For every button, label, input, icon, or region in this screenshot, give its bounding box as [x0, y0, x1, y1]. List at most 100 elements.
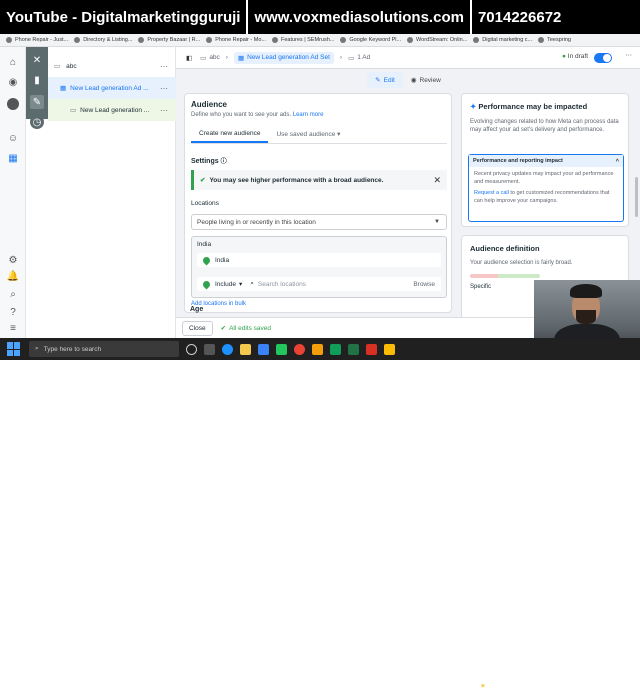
- mode-tabs: ✎ Edit ◉ Review: [176, 69, 640, 91]
- country-header: India: [197, 241, 212, 248]
- tree-adset[interactable]: ▦ New Lead generation Ad ... ⋯: [48, 77, 176, 99]
- tab-create-audience[interactable]: Create new audience: [191, 126, 269, 143]
- bookmark[interactable]: Phone Repair - Just...: [6, 37, 68, 43]
- promo-banner: YouTube - Digitalmarketingguruji www.vox…: [0, 0, 640, 34]
- bookmark-label: Property Bazaar | R...: [147, 37, 201, 43]
- notes-icon[interactable]: [384, 343, 395, 355]
- account-icon[interactable]: ◉: [6, 75, 20, 89]
- tab-review[interactable]: ◉ Review: [403, 72, 449, 88]
- avatar[interactable]: [6, 97, 20, 111]
- search-icon[interactable]: ⌕: [6, 287, 20, 301]
- notifications-icon[interactable]: 🔔: [6, 269, 20, 283]
- edge-icon[interactable]: [222, 343, 233, 355]
- more-icon[interactable]: ⋯: [160, 62, 168, 71]
- tree-ad[interactable]: ▭ New Lead generation ... ⋯: [48, 99, 176, 121]
- camtasia-icon[interactable]: [276, 343, 287, 355]
- bookmark-icon: [206, 37, 213, 43]
- more-icon[interactable]: ⋯: [160, 84, 168, 93]
- learn-more-link[interactable]: Learn more: [293, 112, 324, 118]
- locations-select[interactable]: People living in or recently in this loc…: [191, 214, 447, 230]
- clock-icon[interactable]: ◷: [30, 115, 44, 129]
- notice-text: You may see higher performance with a br…: [209, 176, 384, 184]
- sheets-icon[interactable]: [330, 343, 341, 355]
- tab-review-label: Review: [419, 76, 441, 84]
- help-icon[interactable]: ?: [6, 305, 20, 319]
- eye-icon: ◉: [410, 77, 417, 84]
- bookmark[interactable]: Features | SEMrush...: [271, 37, 334, 43]
- pencil-icon: ✎: [375, 77, 381, 84]
- windows-start-icon[interactable]: [7, 342, 21, 356]
- chart-icon[interactable]: ▮: [30, 73, 44, 87]
- home-icon[interactable]: ⌂: [6, 55, 20, 69]
- audience-subtitle-text: Define who you want to see your ads.: [191, 112, 292, 118]
- bookmark[interactable]: Digital marketing c...: [473, 37, 532, 43]
- chrome-icon[interactable]: [294, 343, 305, 355]
- reporting-body: Recent privacy updates may impact your a…: [474, 171, 614, 185]
- breadcrumb-adset[interactable]: ▦ New Lead generation Ad Set: [233, 51, 334, 64]
- weather-readout: ☀ 31°C: [480, 682, 502, 690]
- tab-saved-audience[interactable]: Use saved audience ▾: [268, 126, 348, 143]
- menu-icon[interactable]: ≡: [6, 321, 20, 335]
- saved-status-label: All edits saved: [229, 324, 271, 332]
- bookmark[interactable]: Teespring: [538, 37, 571, 43]
- banner-youtube: YouTube - Digitalmarketingguruji: [0, 0, 249, 34]
- location-box: India India Include ▾ ⌕ Search locations…: [191, 236, 447, 298]
- chevron-right-icon: ›: [339, 54, 343, 61]
- bookmarks-bar: Phone Repair - Just... Directory & Listi…: [0, 34, 640, 47]
- browse-button[interactable]: Browse: [413, 281, 435, 288]
- broad-audience-notice: ✔ You may see higher performance with a …: [191, 170, 447, 190]
- bookmark[interactable]: Directory & Listing...: [74, 37, 132, 43]
- search-icon: ⌕: [250, 280, 254, 287]
- edit-icon[interactable]: ✎: [30, 95, 44, 109]
- folder-icon: ▭: [54, 63, 61, 70]
- more-icon[interactable]: ⋯: [626, 51, 633, 59]
- gear-icon[interactable]: ⚙: [6, 253, 20, 267]
- bookmark[interactable]: Google Keyword Pl...: [340, 37, 401, 43]
- bookmark[interactable]: Property Bazaar | R...: [138, 37, 200, 43]
- bookmark-icon: [138, 37, 145, 43]
- emoji-icon[interactable]: ☺: [6, 131, 20, 145]
- breadcrumb-ad[interactable]: ▭ 1 Ad: [348, 54, 370, 62]
- adset-toggle[interactable]: [594, 53, 612, 63]
- store-icon[interactable]: [258, 343, 269, 355]
- include-dropdown[interactable]: Include: [215, 281, 236, 288]
- excel-icon[interactable]: [348, 343, 359, 355]
- bookmark-label: Directory & Listing...: [83, 37, 133, 43]
- grid-icon[interactable]: ▦: [6, 151, 20, 165]
- chevron-up-icon[interactable]: ˄: [616, 158, 619, 164]
- close-button[interactable]: Close: [182, 320, 213, 336]
- file-explorer-icon[interactable]: [240, 343, 251, 355]
- breadcrumb-ad-label: 1 Ad: [357, 54, 371, 61]
- location-chip[interactable]: India: [197, 253, 441, 267]
- recorder-icon[interactable]: [366, 343, 377, 355]
- info-icon[interactable]: ⓘ: [221, 159, 227, 165]
- adset-icon: ▦: [60, 85, 67, 92]
- close-icon[interactable]: ✕: [30, 53, 44, 67]
- request-call-link[interactable]: Request a call: [474, 190, 509, 196]
- tree-campaign[interactable]: ▭ abc ⋯: [48, 55, 176, 77]
- banner-phone: 7014226672: [477, 8, 562, 26]
- taskbar-search[interactable]: ⌕ Type here to search: [29, 341, 179, 357]
- close-icon[interactable]: ✕: [433, 175, 441, 186]
- caret-down-icon: ▼: [434, 219, 440, 225]
- bookmark[interactable]: WordStream: Onlin...: [407, 37, 467, 43]
- tab-edit[interactable]: ✎ Edit: [367, 72, 403, 88]
- location-search-input[interactable]: Search locations: [258, 281, 413, 288]
- sidebar-toggle-icon[interactable]: ◧: [186, 54, 192, 62]
- cortana-icon[interactable]: [186, 343, 197, 355]
- more-icon[interactable]: ⋯: [160, 106, 168, 115]
- presenter-hair: [570, 284, 602, 298]
- reporting-title-text: Performance and reporting impact: [473, 158, 563, 164]
- bookmark-icon: [271, 37, 278, 43]
- app-icon[interactable]: [312, 343, 323, 355]
- saved-status: ✔ All edits saved: [221, 324, 271, 333]
- scrollbar[interactable]: [635, 177, 638, 217]
- ad-icon: ▭: [70, 107, 77, 114]
- breadcrumb-campaign[interactable]: ▭ abc: [200, 54, 220, 62]
- task-view-icon[interactable]: [204, 343, 215, 355]
- location-search-row: Include ▾ ⌕ Search locations Browse: [197, 277, 441, 291]
- left-nav-rail: ⌂ ◉ ☺ ▦ ⚙ 🔔 ⌕ ? ≡: [0, 47, 26, 338]
- bookmark[interactable]: Phone Repair - Mo...: [206, 37, 266, 43]
- sparkle-icon: ✦: [470, 102, 477, 111]
- search-icon: ⌕: [35, 345, 39, 352]
